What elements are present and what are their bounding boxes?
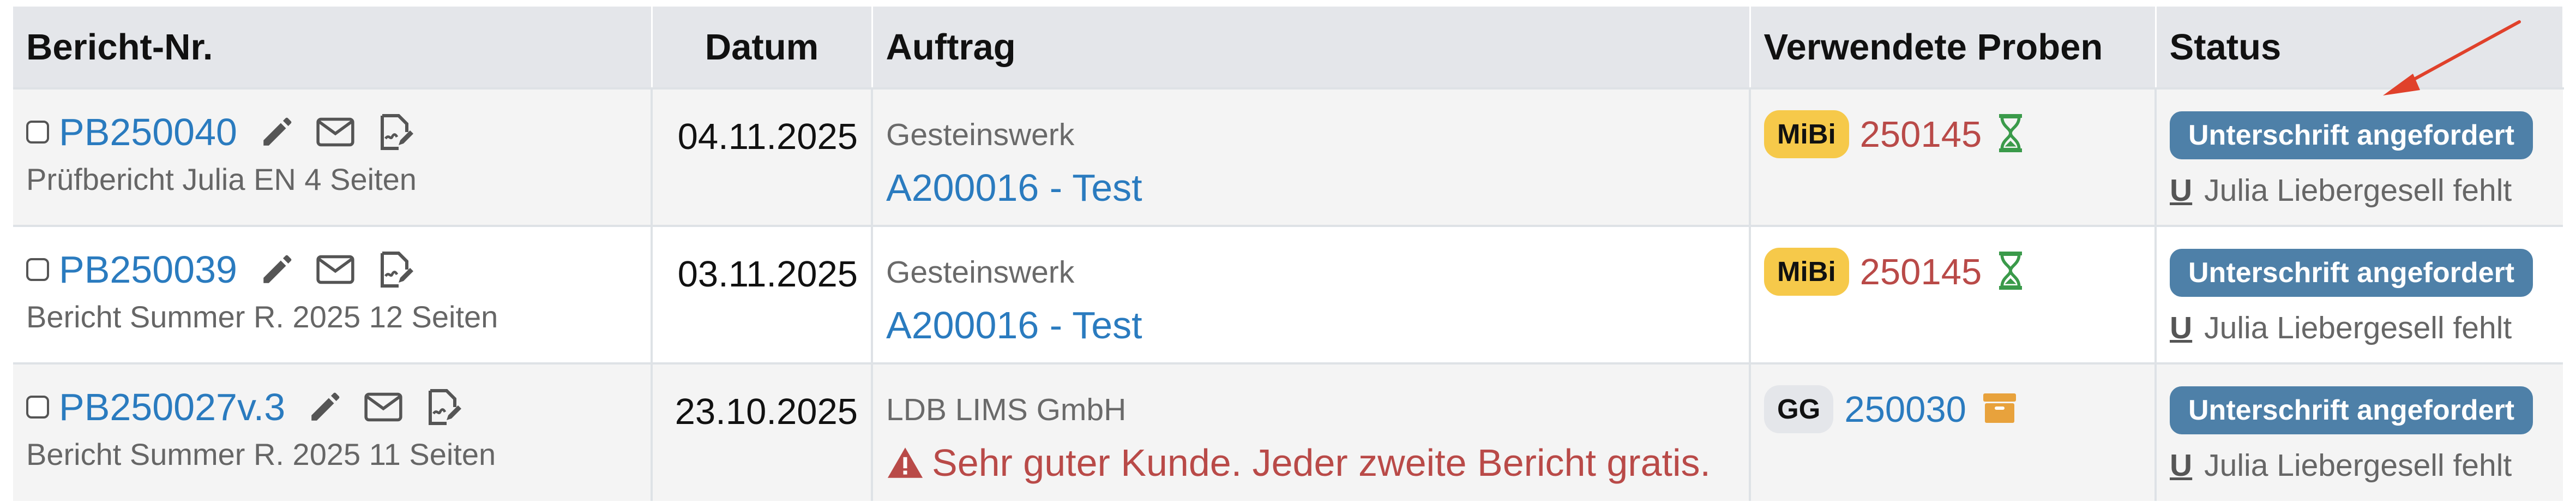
report-list-view: Bericht-Nr. Datum Auftrag Verwendete Pro… [0, 0, 2576, 502]
edit-pencil-icon[interactable] [307, 389, 343, 425]
hourglass-icon [1997, 113, 2024, 155]
table-row: PB250027v.3 Bericht Summer R. 2025 11 Se… [13, 363, 2563, 501]
status-signature-requested-button[interactable]: Unterschrift angefordert [2170, 249, 2533, 297]
report-description: Prüfbericht Julia EN 4 Seiten [26, 162, 417, 196]
envelope-icon[interactable] [316, 117, 355, 147]
hourglass-icon [1997, 251, 2024, 292]
report-date: 03.11.2025 [677, 254, 858, 295]
report-cell: PB250039 Bericht Summer R. 2025 12 Seite… [13, 226, 653, 363]
report-number-link[interactable]: PB250039 [59, 248, 237, 291]
report-description: Bericht Summer R. 2025 11 Seiten [26, 437, 496, 471]
status-signature-requested-button[interactable]: Unterschrift angefordert [2170, 386, 2533, 434]
report-number-link[interactable]: PB250027v.3 [59, 385, 285, 429]
document-signature-icon[interactable] [424, 387, 463, 427]
header-verwendete-proben[interactable]: Verwendete Proben [1750, 7, 2157, 88]
row-select-checkbox[interactable] [26, 258, 49, 281]
date-cell: 04.11.2025 [652, 88, 873, 226]
underline-u-icon: U [2170, 448, 2193, 483]
status-cell: Unterschrift angefordert U Julia Lieberg… [2156, 88, 2563, 226]
document-signature-icon[interactable] [376, 250, 415, 289]
order-cell: Gesteinswerk A200016 - Test [872, 226, 1751, 363]
missing-signature-text: Julia Liebergesell fehlt [2204, 173, 2512, 208]
client-name: Gesteinswerk [886, 117, 1075, 152]
client-name: Gesteinswerk [886, 255, 1075, 290]
status-signature-requested-button[interactable]: Unterschrift angefordert [2170, 111, 2533, 159]
samples-cell: GG 250030 [1750, 363, 2157, 501]
report-date: 23.10.2025 [675, 391, 858, 432]
archive-box-icon [1982, 391, 2018, 428]
order-link[interactable]: A200016 - Test [886, 166, 1736, 210]
header-datum[interactable]: Datum [652, 7, 873, 88]
date-cell: 23.10.2025 [652, 363, 873, 501]
underline-u-icon: U [2170, 310, 2193, 345]
header-bericht-nr[interactable]: Bericht-Nr. [13, 7, 653, 88]
order-link[interactable]: A200016 - Test [886, 303, 1736, 347]
client-warning: Sehr guter Kunde. Jeder zweite Bericht g… [886, 441, 1736, 485]
envelope-icon[interactable] [316, 254, 355, 285]
envelope-icon[interactable] [364, 392, 403, 422]
sample-type-badge: MiBi [1764, 110, 1849, 158]
sample-type-badge: MiBi [1764, 248, 1849, 296]
report-number-link[interactable]: PB250040 [59, 110, 237, 154]
row-select-checkbox[interactable] [26, 121, 49, 144]
header-auftrag[interactable]: Auftrag [872, 7, 1751, 88]
report-date: 04.11.2025 [677, 116, 858, 157]
table-row: PB250040 Prüfbericht Julia EN 4 Seiten 0… [13, 88, 2563, 226]
edit-pencil-icon[interactable] [259, 252, 295, 288]
samples-cell: MiBi 250145 [1750, 88, 2157, 226]
report-cell: PB250040 Prüfbericht Julia EN 4 Seiten [13, 88, 653, 226]
order-cell: LDB LIMS GmbH Sehr guter Kunde. Jeder zw… [872, 363, 1751, 501]
sample-number-link[interactable]: 250145 [1860, 113, 1982, 156]
edit-pencil-icon[interactable] [259, 114, 295, 150]
order-cell: Gesteinswerk A200016 - Test [872, 88, 1751, 226]
samples-cell: MiBi 250145 [1750, 226, 2157, 363]
sample-type-badge: GG [1764, 385, 1834, 433]
table-row: PB250039 Bericht Summer R. 2025 12 Seite… [13, 226, 2563, 363]
table-header-row: Bericht-Nr. Datum Auftrag Verwendete Pro… [13, 7, 2564, 88]
missing-signature-text: Julia Liebergesell fehlt [2204, 310, 2512, 345]
annotation-arrow [2383, 20, 2521, 95]
reports-table: Bericht-Nr. Datum Auftrag Verwendete Pro… [13, 7, 2564, 501]
row-select-checkbox[interactable] [26, 396, 49, 419]
warning-triangle-icon [887, 447, 923, 478]
status-cell: Unterschrift angefordert U Julia Lieberg… [2156, 363, 2563, 501]
report-description: Bericht Summer R. 2025 12 Seiten [26, 300, 498, 334]
client-warning-text: Sehr guter Kunde. Jeder zweite Bericht g… [932, 441, 1711, 484]
report-cell: PB250027v.3 Bericht Summer R. 2025 11 Se… [13, 363, 653, 501]
sample-number-link[interactable]: 250145 [1860, 251, 1982, 293]
underline-u-icon: U [2170, 173, 2193, 208]
document-signature-icon[interactable] [376, 112, 415, 152]
sample-number-link[interactable]: 250030 [1844, 389, 1966, 431]
client-name: LDB LIMS GmbH [886, 392, 1127, 427]
missing-signature-text: Julia Liebergesell fehlt [2204, 448, 2512, 483]
date-cell: 03.11.2025 [652, 226, 873, 363]
status-cell: Unterschrift angefordert U Julia Lieberg… [2156, 226, 2563, 363]
